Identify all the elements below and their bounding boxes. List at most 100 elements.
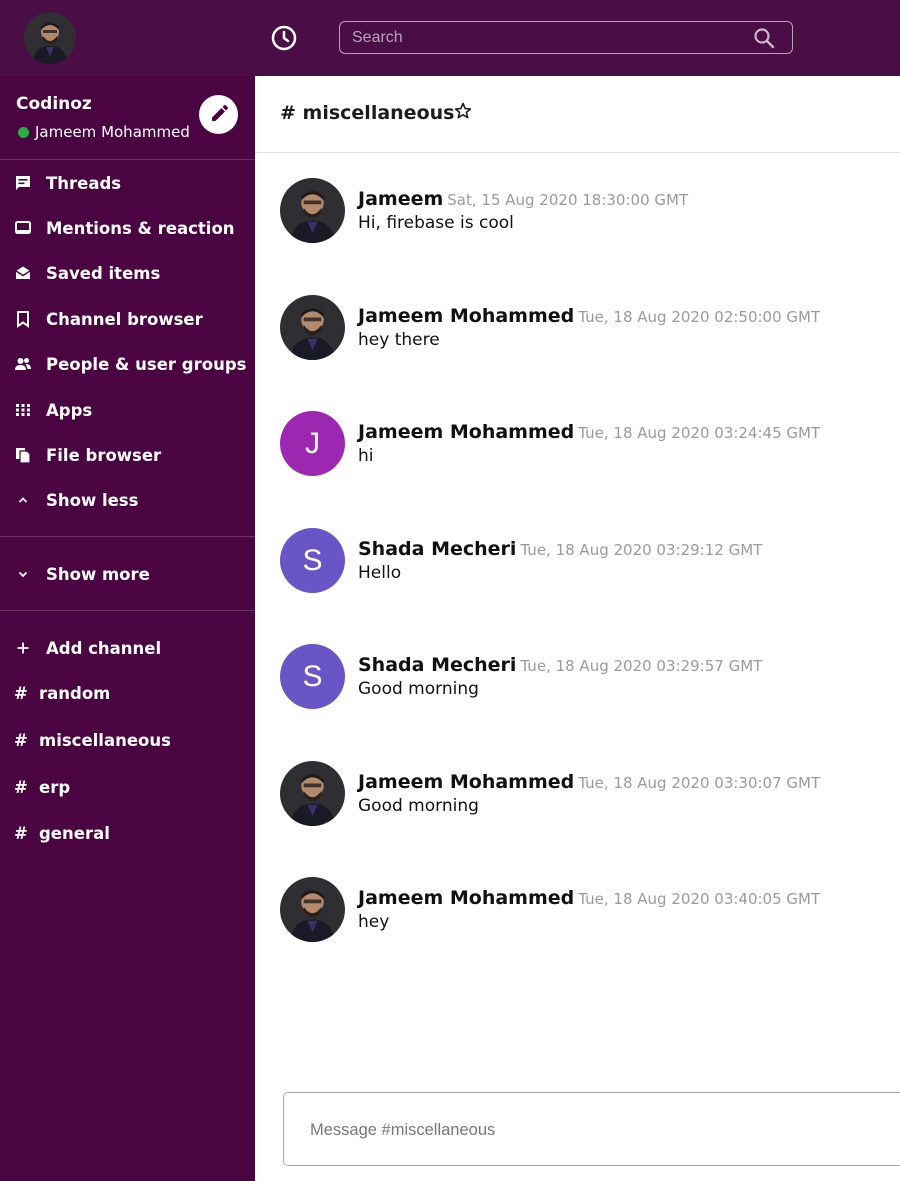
message-text: hi [358,446,374,466]
channel-general[interactable]: # general [0,816,255,850]
avatar[interactable]: J [280,411,345,476]
show-more-label: Show more [46,564,150,584]
sidebar-divider [0,536,255,537]
message-timestamp: Tue, 18 Aug 2020 03:30:07 GMT [578,774,821,792]
message-timestamp: Tue, 18 Aug 2020 03:29:12 GMT [520,541,763,559]
message: Jameem Sat, 15 Aug 2020 18:30:00 GMT Hi, … [280,178,880,244]
sidebar-item-label: Mentions & reaction [46,218,235,238]
show-more-toggle[interactable]: Show more [0,557,255,591]
channel-name: general [39,823,110,843]
sidebar: Codinoz Jameem Mohammed Threads Mentions… [0,76,255,1181]
sidebar-item-file-browser[interactable]: File browser [0,438,255,472]
message-timestamp: Tue, 18 Aug 2020 03:24:45 GMT [578,424,821,442]
channel-title: # miscellaneous [280,102,455,124]
search-box[interactable] [339,21,793,54]
avatar[interactable]: S [280,528,345,593]
sidebar-item-label: People & user groups [46,354,247,374]
sidebar-item-label: File browser [46,445,162,465]
profile-photo-icon [280,178,345,243]
message-text: Good morning [358,796,479,816]
avatar[interactable] [280,761,345,826]
message-author[interactable]: Jameem [358,188,443,210]
chevron-up-icon [14,491,32,509]
message-text: Good morning [358,679,479,699]
message-text: Hello [358,563,402,583]
message-timestamp: Tue, 18 Aug 2020 02:50:00 GMT [578,308,821,326]
chevron-down-icon [14,565,32,583]
avatar[interactable] [280,295,345,360]
channel-erp[interactable]: # erp [0,770,255,804]
message-author[interactable]: Shada Mecheri [358,654,516,676]
channel-name: miscellaneous [39,730,171,750]
search-input[interactable] [352,28,742,48]
user-avatar[interactable] [24,12,76,64]
current-user: Jameem Mohammed [18,123,190,141]
avatar[interactable]: S [280,644,345,709]
bookmark-icon [14,310,32,328]
add-channel-button[interactable]: Add channel [0,631,255,665]
message: Jameem Mohammed Tue, 18 Aug 2020 02:50:00… [280,295,880,361]
current-user-name: Jameem Mohammed [35,123,190,141]
profile-photo-icon [280,877,345,942]
show-less-label: Show less [46,490,139,510]
add-channel-label: Add channel [46,638,162,658]
sidebar-divider [0,610,255,611]
sidebar-item-saved-items[interactable]: Saved items [0,256,255,290]
profile-photo-icon [280,295,345,360]
people-icon [14,355,32,373]
plus-icon [14,639,32,657]
avatar[interactable] [280,877,345,942]
channel-random[interactable]: # random [0,676,255,710]
compose-button[interactable] [199,95,238,134]
message: Jameem Mohammed Tue, 18 Aug 2020 03:30:07… [280,761,880,827]
star-icon[interactable] [453,101,473,121]
message-text: Hi, firebase is cool [358,213,514,233]
channel-miscellaneous[interactable]: # miscellaneous [0,723,255,757]
message-author[interactable]: Jameem Mohammed [358,421,574,443]
profile-photo-icon [280,761,345,826]
message-timestamp: Tue, 18 Aug 2020 03:29:57 GMT [520,657,763,675]
message-composer[interactable] [283,1092,900,1166]
sidebar-item-label: Saved items [46,263,161,283]
apps-grid-icon [14,401,32,419]
online-status-icon [18,126,29,138]
message-timestamp: Tue, 18 Aug 2020 03:40:05 GMT [578,890,821,908]
pencil-icon [212,105,228,121]
mentions-icon [14,219,32,237]
sidebar-item-label: Channel browser [46,309,203,329]
message-author[interactable]: Jameem Mohammed [358,305,574,327]
channel-name: random [39,683,111,703]
channel-header: # miscellaneous [255,76,900,153]
sidebar-item-label: Apps [46,400,93,420]
clock-icon [271,25,297,51]
message-input[interactable] [310,1119,870,1141]
message-text: hey [358,912,390,932]
show-less-toggle[interactable]: Show less [0,483,255,517]
hash-icon: # [14,823,28,843]
sidebar-item-label: Threads [46,173,122,193]
message-author[interactable]: Shada Mecheri [358,538,516,560]
message: S Shada Mecheri Tue, 18 Aug 2020 03:29:12… [280,528,880,594]
message: J Jameem Mohammed Tue, 18 Aug 2020 03:24:… [280,411,880,477]
workspace-name: Codinoz [16,94,92,114]
files-icon [14,446,32,464]
sidebar-item-people[interactable]: People & user groups [0,347,255,381]
history-button[interactable] [270,24,298,52]
sidebar-item-threads[interactable]: Threads [0,166,255,200]
sidebar-item-channel-browser[interactable]: Channel browser [0,302,255,336]
avatar[interactable] [280,178,345,243]
hash-icon: # [14,777,28,797]
saved-items-icon [14,264,32,282]
top-bar [0,0,900,76]
sidebar-item-mentions[interactable]: Mentions & reaction [0,211,255,245]
hash-icon: # [14,730,28,750]
message: Jameem Mohammed Tue, 18 Aug 2020 03:40:05… [280,877,880,943]
search-icon[interactable] [752,26,776,50]
hash-icon: # [14,683,28,703]
sidebar-divider [0,159,255,160]
sidebar-item-apps[interactable]: Apps [0,393,255,427]
threads-icon [14,174,32,192]
message-timestamp: Sat, 15 Aug 2020 18:30:00 GMT [447,191,689,209]
message-author[interactable]: Jameem Mohammed [358,887,574,909]
message-author[interactable]: Jameem Mohammed [358,771,574,793]
